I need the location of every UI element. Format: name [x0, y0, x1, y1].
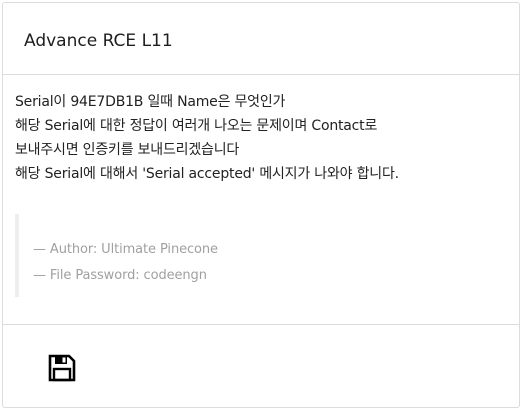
description-line: 보내주시면 인증키를 보내드리겠습니다: [15, 142, 240, 158]
challenge-title: Advance RCE L11: [24, 31, 173, 51]
card-body: Serial이 94E7DB1B 일때 Name은 무엇인가 해당 Serial…: [3, 75, 519, 325]
card-header: Advance RCE L11: [3, 3, 519, 75]
challenge-description: Serial이 94E7DB1B 일때 Name은 무엇인가 해당 Serial…: [15, 90, 519, 186]
description-line: 해당 Serial에 대한 정답이 여러개 나오는 문제이며 Contact로: [15, 118, 378, 134]
floppy-disk-icon: [48, 354, 76, 382]
file-password-line: — File Password: codeengn: [33, 268, 207, 283]
author-line: — Author: Ultimate Pinecone: [33, 242, 218, 257]
challenge-card: Advance RCE L11 Serial이 94E7DB1B 일때 Name…: [2, 2, 520, 408]
description-line: 해당 Serial에 대해서 'Serial accepted' 메시지가 나와…: [15, 166, 399, 182]
description-line: Serial이 94E7DB1B 일때 Name은 무엇인가: [15, 94, 286, 110]
card-footer: [3, 325, 519, 407]
download-button[interactable]: [47, 353, 77, 383]
challenge-meta-quote: — Author: Ultimate Pinecone — File Passw…: [15, 214, 263, 297]
